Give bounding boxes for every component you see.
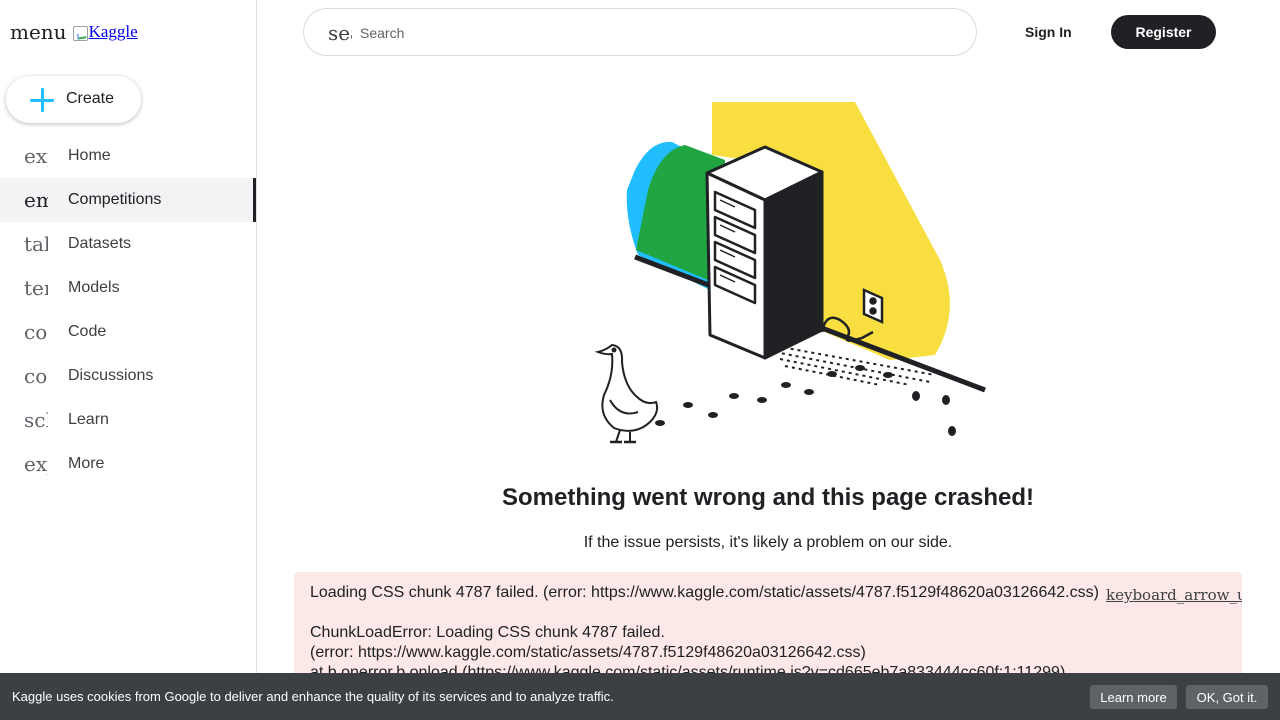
error-title: Something went wrong and this page crash…: [501, 484, 1035, 511]
kaggle-logo-link[interactable]: Kaggle: [72, 21, 138, 42]
sidebar-item-discussions[interactable]: comment Discussions: [0, 354, 256, 398]
sidebar-item-label: Code: [68, 323, 107, 340]
sidebar-item-learn[interactable]: school Learn: [0, 398, 256, 442]
error-illustration: [594, 102, 986, 444]
sidebar-item-models[interactable]: terminal Models: [0, 266, 256, 310]
terminal-icon: terminal: [24, 276, 48, 300]
goose-drawing: [594, 343, 659, 444]
sidebar-item-label: Competitions: [68, 191, 162, 208]
create-button[interactable]: Create: [6, 76, 141, 123]
logo-alt-text: Kaggle: [88, 21, 138, 41]
search-bar[interactable]: search: [303, 8, 977, 56]
cookie-text: Kaggle uses cookies from Google to deliv…: [12, 689, 614, 704]
code-icon: code: [24, 320, 48, 344]
cookie-banner: Kaggle uses cookies from Google to deliv…: [0, 673, 1280, 720]
search-icon: search: [328, 21, 352, 45]
comment-icon: comment: [24, 364, 48, 388]
search-input[interactable]: [360, 21, 950, 45]
register-button[interactable]: Register: [1111, 15, 1216, 49]
sidebar-item-label: Models: [68, 279, 120, 296]
sidebar-item-label: Discussions: [68, 367, 154, 384]
expand-more-icon: expand_more: [24, 452, 48, 476]
trophy-icon: emoji_events: [24, 188, 48, 212]
sidebar-item-competitions[interactable]: emoji_events Competitions: [0, 178, 256, 222]
sidebar-item-home[interactable]: explore Home: [0, 134, 256, 178]
broken-image-icon: [72, 26, 88, 41]
sidebar: menu Kaggle Create explore Home emoji_ev…: [0, 0, 257, 720]
sidebar-item-label: Learn: [68, 411, 109, 428]
sidebar-nav: explore Home emoji_events Competitions t…: [0, 134, 256, 486]
sidebar-item-more[interactable]: expand_more More: [0, 442, 256, 486]
stack-trace-line: ChunkLoadError: Loading CSS chunk 4787 f…: [310, 624, 665, 641]
learn-more-button[interactable]: Learn more: [1090, 685, 1177, 709]
illustration-footprints: [655, 365, 956, 436]
explore-icon: explore: [24, 144, 48, 168]
error-subtitle: If the issue persists, it's likely a pro…: [583, 534, 953, 551]
error-details-box: Loading CSS chunk 4787 failed. (error: h…: [294, 572, 1242, 682]
error-message-line: Loading CSS chunk 4787 failed. (error: h…: [310, 584, 1099, 601]
error-box-actions[interactable]: keyboard_arrow_up content_copy: [1106, 586, 1242, 604]
menu-icon[interactable]: menu: [10, 20, 67, 44]
sidebar-item-code[interactable]: code Code: [0, 310, 256, 354]
sidebar-item-label: Datasets: [68, 235, 132, 252]
accept-cookies-button[interactable]: OK, Got it.: [1186, 685, 1268, 709]
stack-trace-line: (error: https://www.kaggle.com/static/as…: [310, 644, 866, 661]
table-chart-icon: table_chart: [24, 232, 48, 256]
school-icon: school: [24, 408, 48, 432]
sidebar-item-label: Home: [68, 147, 111, 164]
create-label: Create: [66, 90, 115, 107]
sidebar-item-datasets[interactable]: table_chart Datasets: [0, 222, 256, 266]
server-rack-drawing: [705, 145, 824, 360]
plus-icon: [30, 88, 54, 112]
sidebar-item-label: More: [68, 455, 105, 472]
sign-in-button[interactable]: Sign In: [1012, 15, 1085, 49]
brand: menu Kaggle: [10, 20, 138, 44]
